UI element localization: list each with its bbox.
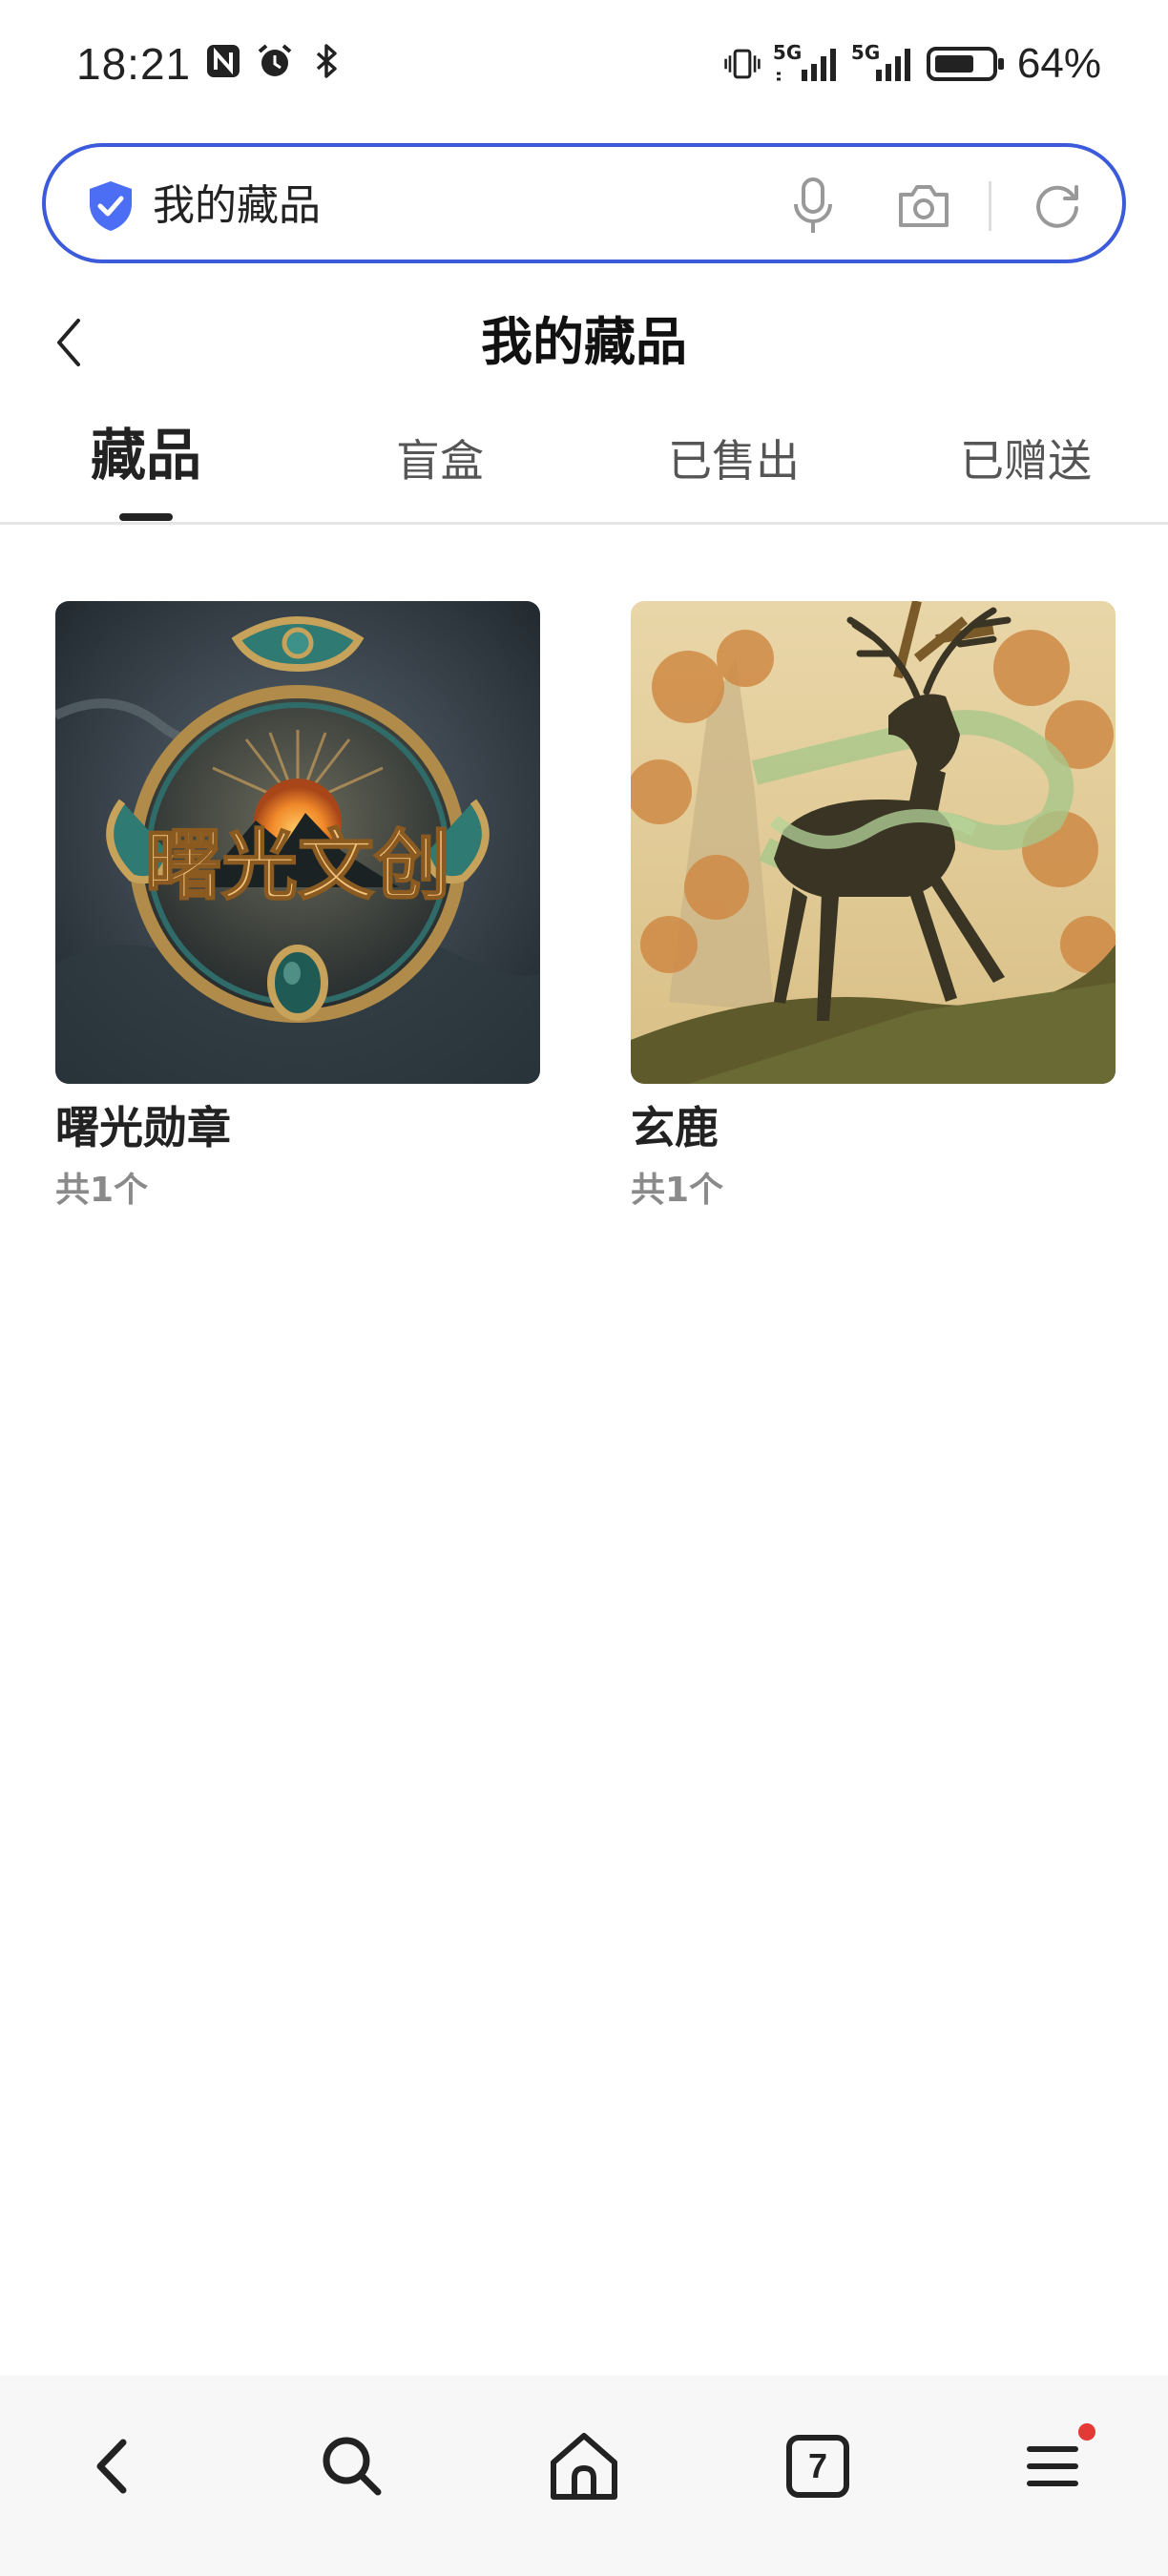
menu-icon[interactable] [1010,2423,1095,2509]
tab-sold[interactable]: 已售出 [668,429,800,492]
collection-item-name: 玄鹿 [631,1102,719,1153]
vibrate-icon [723,45,761,83]
tab-count: 7 [807,2446,828,2485]
active-tab-indicator [119,513,173,521]
battery-percent: 64% [1016,40,1101,87]
collection-item-count: 共1个 [631,1171,724,1210]
signal-5g-icon: 5G [851,41,914,83]
collection-card[interactable]: 玄鹿 共1个 [631,601,1116,1214]
battery-icon [926,45,1006,83]
status-time: 18:21 [76,39,192,89]
bluetooth-icon [307,42,345,80]
search-icon[interactable] [309,2423,395,2509]
search-divider [989,181,991,231]
signal-5g-icon: 5G [773,41,840,83]
collection-item-count: 共1个 [55,1171,149,1210]
search-query[interactable]: 我的藏品 [153,179,321,233]
tab-collection[interactable]: 藏品 [91,424,201,487]
bottom-navigation: 7 [0,2376,1168,2576]
home-icon[interactable] [541,2423,627,2509]
tabs-icon[interactable]: 7 [775,2423,861,2509]
tab-bar: 藏品 盲盒 已售出 已赠送 [0,410,1168,525]
tab-blind-box[interactable]: 盲盒 [396,429,484,492]
back-icon[interactable] [71,2423,156,2509]
page-header: 我的藏品 [0,286,1168,401]
shield-icon [86,179,136,233]
alarm-icon [256,42,294,80]
notification-dot [1078,2423,1095,2441]
network-label: 5G [772,41,803,64]
network-label: 5G [850,41,881,64]
camera-icon[interactable] [895,179,952,233]
tab-gifted[interactable]: 已赠送 [960,429,1092,492]
status-right-icons: 5G 5G 64% [723,40,1101,88]
mic-icon[interactable] [788,176,838,237]
nfc-icon [204,42,242,80]
medal-artwork-text: 曙光文创 [145,821,450,910]
address-search-bar[interactable]: 我的藏品 [42,143,1126,263]
medal-artwork[interactable]: 曙光文创 [55,601,540,1084]
page-title: 我的藏品 [481,312,687,372]
status-bar: 18:21 5G 5G 64% [0,0,1168,134]
status-left-icons [204,42,345,80]
collection-card[interactable]: 曙光文创 曙光勋章 共1个 [55,601,540,1214]
deer-artwork[interactable] [631,601,1116,1084]
collection-item-name: 曙光勋章 [55,1102,231,1153]
refresh-icon[interactable] [1029,177,1086,235]
